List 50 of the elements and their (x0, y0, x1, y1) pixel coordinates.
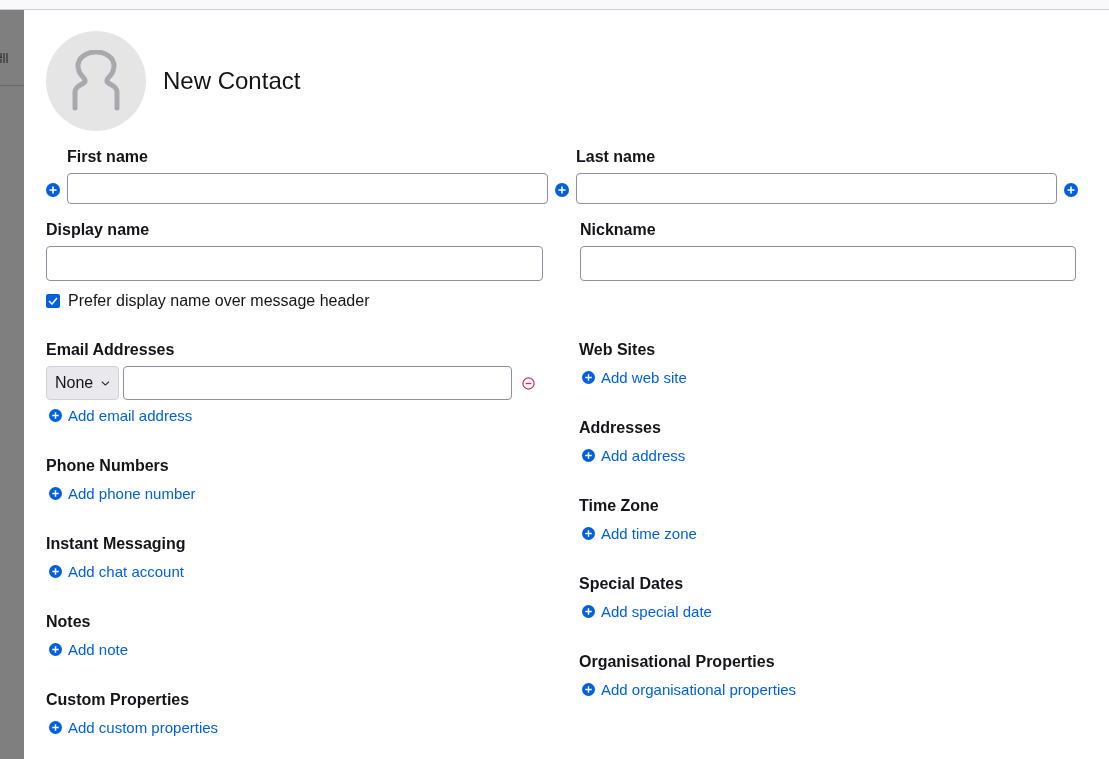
add-link[interactable]: Add time zone (579, 522, 697, 544)
section-heading: Email Addresses (46, 340, 176, 360)
plus-icon (582, 448, 595, 462)
add-link[interactable]: Add email address (46, 404, 193, 426)
field-label: Display name (46, 220, 151, 240)
field-label: First name (67, 147, 149, 167)
add-link[interactable]: Add special date (579, 600, 712, 622)
remove-icon[interactable] (522, 376, 535, 390)
add-link[interactable]: Add custom properties (46, 716, 219, 738)
section-heading: Time Zone (579, 496, 660, 516)
add-link[interactable]: Add phone number (46, 482, 196, 504)
add-link[interactable]: Add note (46, 638, 129, 660)
plus-icon (582, 370, 595, 384)
section-heading: Notes (46, 612, 92, 632)
plus-icon (582, 526, 595, 540)
name-input[interactable] (67, 173, 548, 204)
section-heading: Custom Properties (46, 690, 191, 710)
chevron-icon (101, 379, 110, 387)
plus-icon[interactable] (555, 183, 569, 197)
plus-icon (49, 720, 62, 734)
add-link[interactable]: Add chat account (46, 560, 184, 582)
plus-icon (49, 486, 62, 500)
person-silhouette-icon (70, 50, 122, 112)
plus-icon (582, 604, 595, 618)
section-heading: Web Sites (579, 340, 657, 360)
text-input[interactable] (580, 246, 1076, 281)
plus-icon[interactable] (1064, 183, 1078, 197)
plus-icon[interactable] (46, 183, 60, 197)
section-heading: Addresses (579, 418, 662, 438)
section-heading: Phone Numbers (46, 456, 170, 476)
text-input[interactable] (46, 246, 543, 281)
add-link[interactable]: Add web site (579, 366, 687, 388)
plus-icon (582, 682, 595, 696)
field-label: Last name (576, 147, 657, 167)
checkbox[interactable] (46, 294, 60, 308)
section-heading: Instant Messaging (46, 534, 187, 554)
field-label: Nickname (580, 220, 657, 240)
plus-icon (49, 564, 62, 578)
add-link[interactable]: Add organisational properties (579, 678, 797, 700)
grid-icon[interactable] (0, 53, 8, 63)
plus-icon (49, 408, 62, 422)
type-dropdown[interactable]: None (46, 366, 119, 400)
section-heading: Organisational Properties (579, 652, 776, 672)
plus-icon (49, 642, 62, 656)
name-input[interactable] (576, 173, 1057, 204)
contact-title: New Contact (163, 67, 301, 95)
email-input[interactable] (123, 366, 512, 400)
section-heading: Special Dates (579, 574, 685, 594)
checkbox-label: Prefer display name over message header (68, 292, 370, 310)
add-link[interactable]: Add address (579, 444, 686, 466)
